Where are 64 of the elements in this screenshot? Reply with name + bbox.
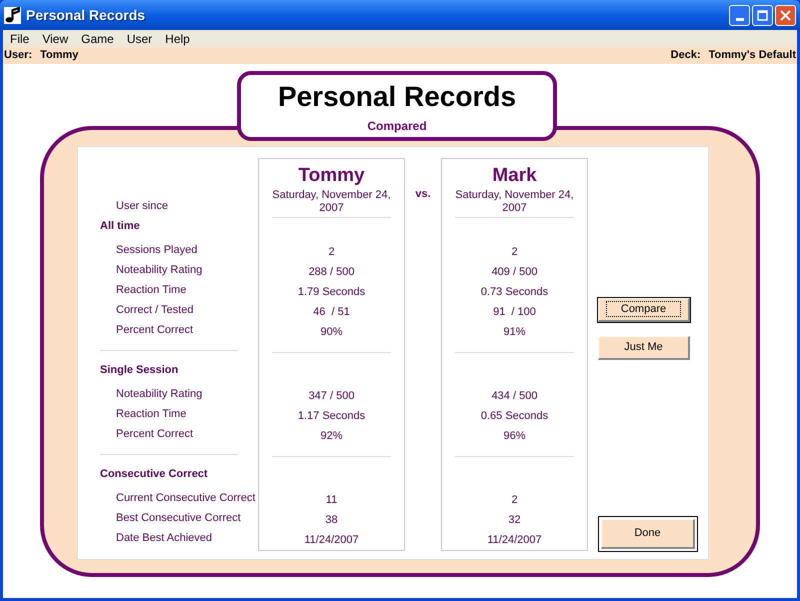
- close-button[interactable]: [775, 4, 796, 26]
- action-button[interactable]: Compare: [598, 298, 690, 322]
- stat-value: 2: [511, 244, 518, 260]
- date-value: Saturday, November 24, 2007: [271, 189, 392, 215]
- user-name: Tommy: [40, 48, 78, 64]
- user-label: User:: [4, 48, 32, 64]
- field-label: Best Consecutive Correct: [116, 510, 241, 526]
- stat-value: 92%: [320, 428, 343, 444]
- stat-value: 1.17 Seconds: [298, 408, 366, 424]
- stat-value: 38: [325, 512, 338, 528]
- minimize-button[interactable]: [729, 4, 750, 26]
- player-name: Tommy: [298, 165, 365, 187]
- field-label: Noteability Rating: [116, 262, 202, 278]
- stat-value: 288 / 500: [308, 264, 354, 280]
- field-label: Sessions Played: [116, 242, 198, 258]
- stat-value: 11/24/2007: [304, 532, 359, 548]
- field-label: Percent Correct: [116, 426, 194, 442]
- player-name: Mark: [492, 165, 537, 187]
- field-label: Correct / Tested: [116, 302, 194, 318]
- stat-value: 434 / 500: [492, 388, 538, 404]
- menu-item[interactable]: Game: [75, 30, 120, 48]
- deck-name: Tommy's Default: [708, 48, 796, 64]
- stat-value: 11: [326, 492, 338, 508]
- window-title: Personal Records: [26, 6, 146, 24]
- field-label: Current Consecutive Correct: [116, 490, 256, 506]
- stat-value: 1.79 Seconds: [298, 284, 366, 300]
- date-value: Saturday, November 24, 2007: [454, 189, 575, 215]
- section-heading: All time: [100, 218, 140, 234]
- stat-value: 32: [508, 512, 521, 528]
- action-button[interactable]: Just Me: [598, 336, 690, 360]
- field-label: Reaction Time: [116, 282, 186, 298]
- section-heading: Single Session: [100, 362, 178, 378]
- minimize-icon: [736, 18, 744, 20]
- page-heading: Personal Records: [278, 81, 516, 113]
- field-label: Percent Correct: [116, 322, 194, 338]
- stat-value: 90%: [320, 324, 343, 340]
- close-icon: [780, 10, 791, 20]
- vs-label: vs.: [415, 187, 431, 200]
- stat-value: 96%: [503, 428, 526, 444]
- menu-item[interactable]: File: [4, 30, 36, 48]
- deck-label: Deck:: [670, 48, 701, 64]
- action-button[interactable]: Done: [601, 518, 695, 548]
- stat-value: 2: [511, 492, 518, 508]
- maximize-icon: [757, 10, 768, 20]
- stat-value: 11/24/2007: [487, 532, 542, 548]
- stat-value: 409 / 500: [492, 264, 538, 280]
- stat-value: 0.73 Seconds: [480, 284, 548, 300]
- section-heading: Consecutive Correct: [100, 466, 208, 482]
- stat-value: 2: [328, 244, 335, 260]
- music-note-icon: [4, 6, 21, 24]
- menu-item[interactable]: Help: [159, 30, 196, 48]
- field-label: Noteability Rating: [116, 386, 202, 402]
- maximize-button[interactable]: [752, 4, 773, 26]
- stat-value: 91 / 100: [493, 304, 536, 320]
- menu-item[interactable]: View: [36, 30, 74, 48]
- stat-value: 46 / 51: [313, 304, 350, 320]
- menu-item[interactable]: User: [120, 30, 158, 48]
- stat-value: 347 / 500: [308, 388, 354, 404]
- page-subheading: Compared: [367, 118, 427, 135]
- stat-value: 91%: [503, 324, 526, 340]
- field-label: Date Best Achieved: [116, 530, 212, 546]
- stat-value: 0.65 Seconds: [480, 408, 548, 424]
- field-label: User since: [116, 198, 168, 214]
- field-label: Reaction Time: [116, 406, 186, 422]
